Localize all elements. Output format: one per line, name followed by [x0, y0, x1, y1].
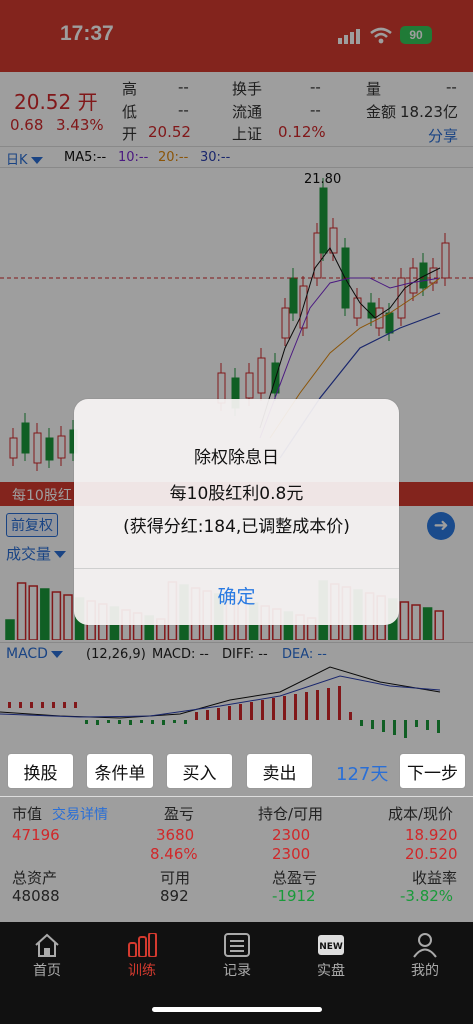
pl-value: 3680 — [156, 826, 195, 844]
tab-mine-label: 我的 — [411, 963, 439, 979]
tab-record[interactable]: 记录 — [197, 930, 277, 980]
home-indicator — [152, 1007, 322, 1012]
next-step-button[interactable]: 下一步 — [399, 753, 466, 789]
bar-chart-icon — [128, 933, 157, 957]
cost-value: 18.920 — [405, 826, 458, 844]
tab-mine[interactable]: 我的 — [385, 930, 465, 980]
return-label: 收益率 — [412, 869, 458, 887]
total-assets: 48088 — [12, 887, 60, 905]
tab-live[interactable]: NEW 实盘 — [291, 930, 371, 980]
condition-order-button[interactable]: 条件单 — [86, 753, 154, 789]
market-value-label: 市值 — [12, 805, 43, 823]
position-label: 持仓/可用 — [258, 805, 324, 823]
buy-button[interactable]: 买入 — [166, 753, 233, 789]
day-counter: 127天 — [336, 764, 389, 785]
new-icon: NEW — [318, 935, 344, 955]
ok-button[interactable]: 确定 — [74, 569, 399, 625]
tab-live-label: 实盘 — [317, 963, 345, 979]
dialog-line1: 每10股红利0.8元 — [169, 484, 304, 504]
available-position: 2300 — [272, 845, 311, 863]
swap-button[interactable]: 换股 — [7, 753, 74, 789]
dialog-title: 除权除息日 — [194, 448, 279, 468]
user-icon — [413, 933, 437, 958]
tab-train-label: 训练 — [128, 963, 156, 979]
available-cash: 892 — [160, 887, 189, 905]
available-label: 可用 — [160, 869, 191, 887]
position-value: 2300 — [272, 826, 311, 844]
total-pl: -1912 — [272, 887, 316, 905]
tab-train[interactable]: 训练 — [102, 930, 182, 980]
sell-button[interactable]: 卖出 — [246, 753, 313, 789]
market-value: 47196 — [12, 826, 60, 844]
return-rate: -3.82% — [400, 887, 454, 905]
account-table: 市值 交易详情 盈亏 持仓/可用 成本/现价 47196 3680 8.46% … — [0, 796, 473, 922]
svg-text:NEW: NEW — [319, 942, 343, 952]
tab-home-label: 首页 — [33, 963, 61, 979]
cost-label: 成本/现价 — [388, 805, 454, 823]
tab-home[interactable]: 首页 — [7, 930, 87, 980]
pl-label: 盈亏 — [164, 805, 195, 823]
home-icon — [35, 933, 59, 957]
pl-pct: 8.46% — [150, 845, 198, 863]
trade-detail-link[interactable]: 交易详情 — [52, 804, 108, 824]
total-assets-label: 总资产 — [12, 869, 58, 887]
dialog-line2: (获得分红:184,已调整成本价) — [123, 517, 350, 537]
total-pl-label: 总盈亏 — [272, 869, 318, 887]
dividend-dialog: 除权除息日 每10股红利0.8元 (获得分红:184,已调整成本价) 确定 — [74, 399, 399, 625]
tab-bar: 首页 训练 记录 NEW 实盘 我的 — [0, 922, 473, 1024]
list-icon — [224, 933, 250, 957]
tab-record-label: 记录 — [223, 963, 251, 979]
current-price-value: 20.520 — [405, 845, 458, 863]
